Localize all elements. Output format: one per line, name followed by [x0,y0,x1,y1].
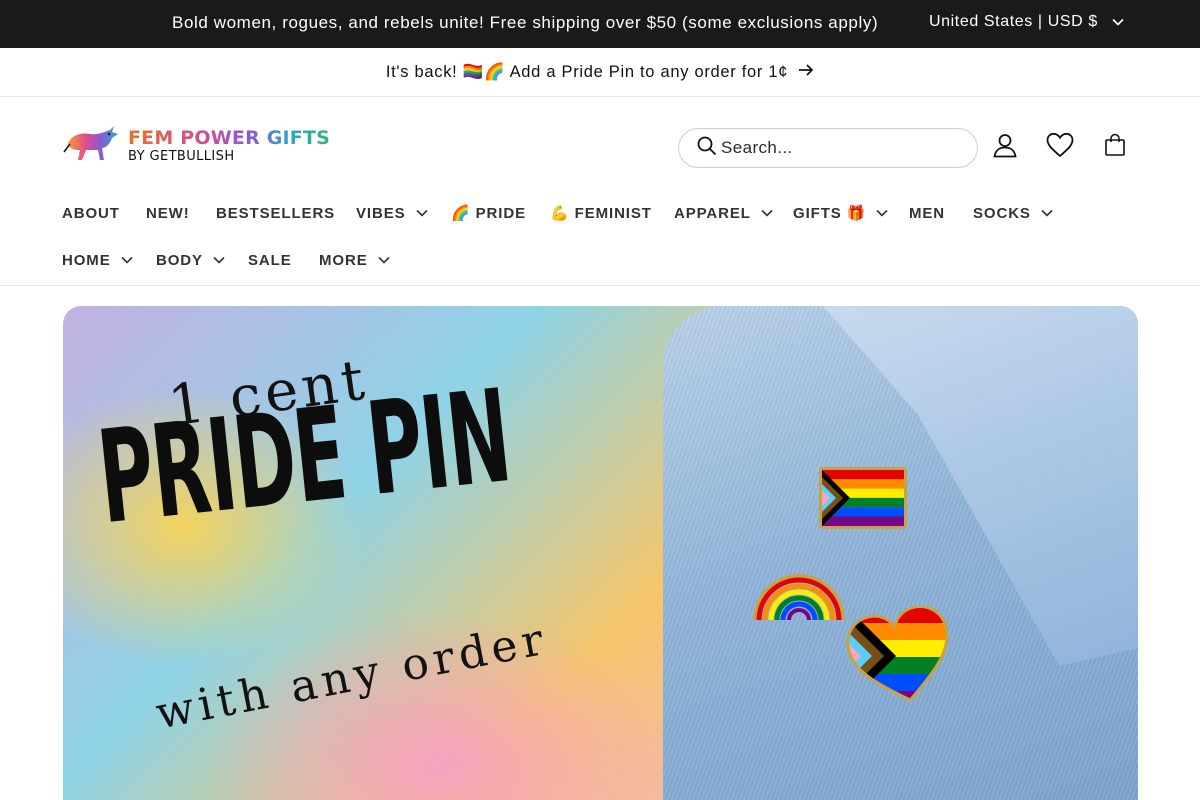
hero-line-3: with any order [151,613,553,740]
nav-item-new[interactable]: NEW! [146,205,190,222]
nav-item-label: MEN [909,204,946,222]
hero-headline: PRIDE PIN [91,362,517,554]
nav-item-label: VIBES [356,204,406,222]
nav-item-feminist[interactable]: 💪 FEMINIST [550,204,652,222]
announcement-bar: Bold women, rogues, and rebels unite! Fr… [0,0,1200,48]
chevron-down-icon [1041,209,1053,217]
chevron-down-icon [761,209,773,217]
promo-bar: It's back! 🏳️‍🌈🌈 Add a Pride Pin to any … [0,48,1200,97]
account-button[interactable] [990,132,1020,162]
nav-item-label: SOCKS [973,204,1031,222]
nav-item-label: HOME [62,251,111,269]
logo-sub-text: BY GETBULLISH [128,149,235,164]
search-input[interactable] [721,138,961,158]
nav-item-pride[interactable]: 🌈 PRIDE [451,204,526,222]
nav-item-body[interactable]: BODY [156,252,225,269]
promo-text: It's back! 🏳️‍🌈🌈 Add a Pride Pin to any … [385,62,789,81]
wishlist-button[interactable] [1045,132,1075,162]
nav-item-label: BODY [156,251,203,269]
heart-icon [1046,132,1074,163]
bull-logo-icon [62,122,122,171]
search-bar[interactable] [678,128,978,168]
nav-item-more[interactable]: MORE [319,252,390,269]
promo-link[interactable]: It's back! 🏳️‍🌈🌈 Add a Pride Pin to any … [386,63,814,82]
nav-item-label: 💪 FEMINIST [550,205,652,222]
locale-label: United States | USD $ [929,13,1098,30]
chevron-down-icon [415,209,428,217]
rainbow-pin-icon [749,554,849,629]
nav-item-label: MORE [319,251,368,269]
chevron-down-icon [121,256,133,264]
nav-item-label: NEW! [146,204,190,222]
site-logo[interactable]: FEM POWER GIFTS BY GETBULLISH [62,122,330,171]
chevron-down-icon [213,256,225,264]
header-divider [0,285,1200,286]
announcement-message: Bold women, rogues, and rebels unite! Fr… [172,13,879,32]
progress-pride-flag-pin-icon [818,466,908,535]
nav-item-label: BESTSELLERS [216,204,336,222]
nav-item-label: APPAREL [674,204,751,222]
nav-item-label: GIFTS 🎁 [793,205,867,222]
account-icon [992,132,1018,163]
nav-item-vibes[interactable]: VIBES [356,205,428,222]
nav-item-apparel[interactable]: APPAREL [674,205,773,222]
hero-banner[interactable]: 1 cent PRIDE PIN with any order [63,306,1138,800]
chevron-down-icon [378,256,390,264]
nav-item-label: 🌈 PRIDE [451,205,526,222]
main-nav-row-2: HOME BODY SALE MORE [62,248,1142,272]
country-currency-selector[interactable]: United States | USD $ [929,13,1124,31]
chevron-down-icon [876,209,888,217]
cart-button[interactable] [1100,132,1130,162]
nav-item-men[interactable]: MEN [909,205,945,222]
nav-item-label: SALE [248,251,292,269]
nav-item-gifts[interactable]: GIFTS 🎁 [793,204,888,222]
main-nav-row-1: ABOUT NEW! BESTSELLERS VIBES 🌈 PRIDE 💪 F… [62,201,1142,225]
cart-bag-icon [1104,133,1126,162]
nav-item-label: ABOUT [62,204,120,222]
nav-item-about[interactable]: ABOUT [62,205,120,222]
chevron-down-icon [1112,13,1124,31]
pride-heart-pin-icon [846,605,956,711]
nav-item-bestsellers[interactable]: BESTSELLERS [216,205,335,222]
search-icon [697,136,717,161]
logo-brand-text: FEM POWER GIFTS [128,127,331,149]
arrow-right-icon [798,63,814,82]
nav-item-socks[interactable]: SOCKS [973,205,1053,222]
nav-item-sale[interactable]: SALE [248,252,292,269]
nav-item-home[interactable]: HOME [62,252,133,269]
